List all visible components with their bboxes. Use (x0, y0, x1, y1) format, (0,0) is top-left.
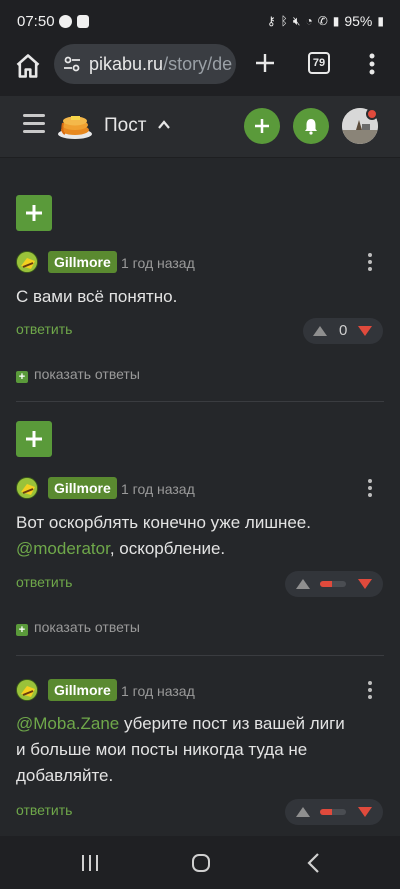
url-path: /story/de (163, 54, 233, 74)
comment-menu-icon[interactable] (360, 477, 380, 499)
status-time: 07:50 (17, 13, 55, 30)
back-nav-icon[interactable] (304, 852, 324, 874)
commenter-name[interactable]: Gillmore (48, 477, 117, 499)
comment-rating (285, 571, 383, 597)
comment-text-after: , оскорбление. (109, 539, 226, 558)
upvote-icon[interactable] (313, 326, 327, 336)
notification-badge (366, 108, 378, 120)
battery-icon: ▮ (377, 14, 384, 28)
comment-text-before: Вот оскорблять конечно уже лишнее. (16, 513, 311, 532)
commenter-name[interactable]: Gillmore (48, 251, 117, 273)
pikabu-logo[interactable] (57, 110, 93, 140)
rating-bar (320, 809, 346, 815)
comment-rating (285, 799, 383, 825)
comment-text: С вами всё понятно. (16, 284, 376, 310)
upvote-icon[interactable] (296, 807, 310, 817)
commenter-avatar[interactable] (16, 679, 38, 701)
downvote-icon[interactable] (358, 807, 372, 817)
downvote-icon[interactable] (358, 326, 372, 336)
battery-text: 95% (344, 13, 373, 29)
rating-bar-fill (320, 581, 332, 587)
expand-icon: + (16, 624, 28, 636)
hamburger-menu-icon[interactable] (23, 114, 45, 136)
plus-icon (26, 431, 42, 447)
home-icon[interactable] (14, 52, 42, 80)
comment-menu-icon[interactable] (360, 679, 380, 701)
browser-toolbar: pikabu.ru/story/de 79 (0, 44, 400, 96)
status-bar: 07:50 ⚷ ᛒ 🔇︎ ◔ ✆ ▮ 95% ▮ (0, 0, 400, 44)
rating-bar-fill (320, 809, 332, 815)
commenter-avatar[interactable] (16, 477, 38, 499)
bell-icon (305, 119, 317, 135)
system-navigation-bar (0, 836, 400, 889)
chevron-up-icon[interactable] (157, 118, 171, 132)
add-comment-button[interactable] (16, 421, 52, 457)
app-notification-icon (77, 15, 89, 28)
key-icon: ⚷ (266, 14, 276, 28)
address-bar[interactable]: pikabu.ru/story/de (54, 44, 236, 84)
show-replies-label: показать ответы (34, 619, 140, 635)
rating-bar (320, 581, 346, 587)
avatar-image (17, 680, 37, 700)
downvote-icon[interactable] (358, 579, 372, 589)
comment-divider (16, 655, 384, 656)
reply-link[interactable]: ответить (16, 321, 72, 337)
home-nav-icon[interactable] (190, 852, 212, 874)
bluetooth-icon: ᛒ (280, 14, 288, 28)
plus-icon (26, 205, 42, 221)
browser-menu-icon[interactable] (362, 50, 382, 78)
reply-link[interactable]: ответить (16, 574, 72, 590)
comment-menu-icon[interactable] (360, 251, 380, 273)
reply-link[interactable]: ответить (16, 802, 72, 818)
status-icons: ⚷ ᛒ 🔇︎ ◔ ✆ ▮ 95% ▮ (267, 13, 384, 29)
wifi-icon: ◔ (305, 14, 313, 28)
tab-switcher-button[interactable]: 79 (308, 52, 330, 74)
url-domain: pikabu.ru (89, 54, 164, 74)
comment-text-before: С вами всё понятно. (16, 287, 178, 306)
user-mention-link[interactable]: @moderator (16, 539, 110, 558)
create-post-button[interactable] (244, 108, 280, 144)
commenter-name[interactable]: Gillmore (48, 679, 117, 701)
page-title: Пост (104, 115, 147, 136)
comment-time[interactable]: 1 год назад (121, 255, 195, 271)
user-mention-link[interactable]: @Moba.Zane (16, 714, 119, 733)
avatar-image (17, 252, 37, 272)
notifications-button[interactable] (293, 108, 329, 144)
site-header: Пост (0, 96, 400, 158)
call-icon: ✆ (317, 14, 328, 28)
show-replies-label: показать ответы (34, 366, 140, 382)
comment-time[interactable]: 1 год назад (121, 481, 195, 497)
rating-value: 0 (339, 322, 348, 339)
new-tab-icon[interactable] (250, 48, 280, 78)
site-settings-icon[interactable] (62, 54, 82, 74)
comment-divider (16, 401, 384, 402)
recent-apps-icon[interactable] (80, 853, 100, 873)
plus-icon (255, 119, 269, 133)
signal-icon: ▮ (332, 14, 340, 28)
upvote-icon[interactable] (296, 579, 310, 589)
commenter-avatar[interactable] (16, 251, 38, 273)
avatar-image (17, 478, 37, 498)
expand-icon: + (16, 371, 28, 383)
show-replies-link[interactable]: + показать ответы (16, 366, 140, 383)
comment-text: Вот оскорблять конечно уже лишнее. @mode… (16, 510, 376, 562)
notification-icon (59, 15, 72, 28)
comment-text: @Moba.Zane уберите пост из вашей лиги и … (16, 711, 356, 789)
comment-time[interactable]: 1 год назад (121, 683, 195, 699)
url-text: pikabu.ru/story/de (89, 54, 232, 75)
comment-rating: 0 (303, 318, 383, 344)
show-replies-link[interactable]: + показать ответы (16, 619, 140, 636)
add-comment-button[interactable] (16, 195, 52, 231)
mute-icon: 🔇︎ (292, 13, 301, 28)
